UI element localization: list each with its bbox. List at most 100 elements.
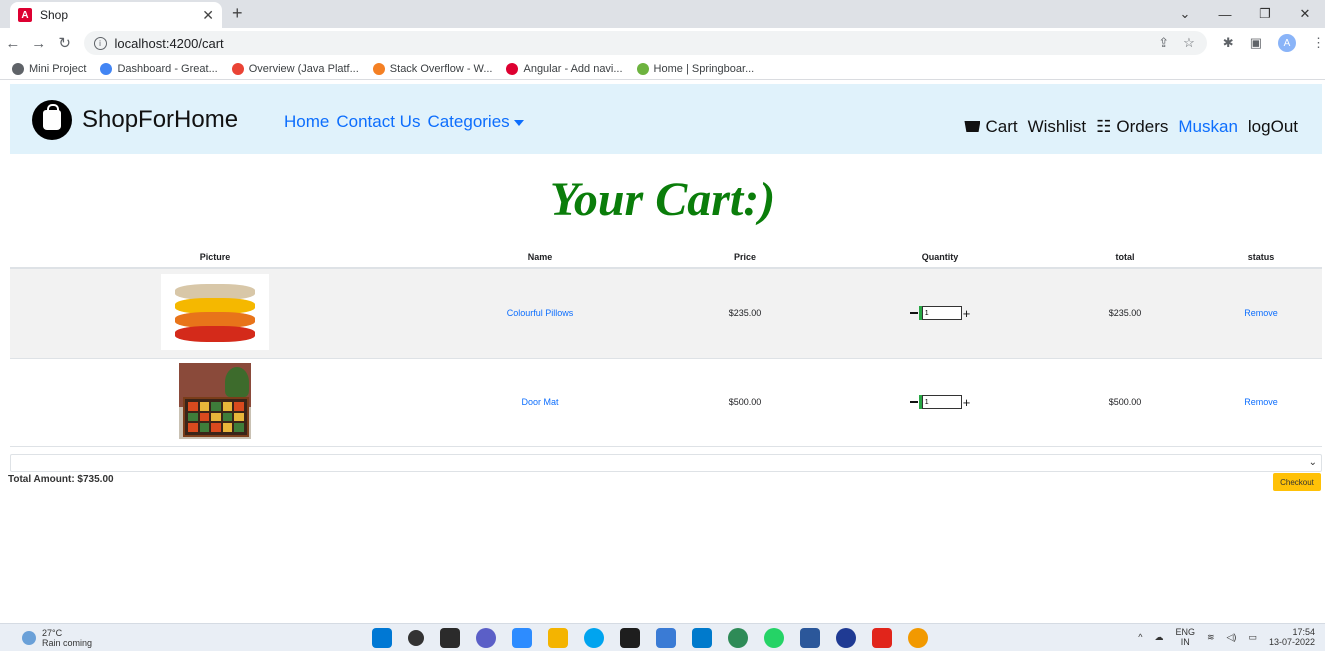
list-icon: ☷ xyxy=(1096,117,1112,136)
table-header-row: Picture Name Price Quantity total status xyxy=(10,246,1322,269)
nav-contact-link[interactable]: Contact Us xyxy=(336,112,420,132)
nav-logout-link[interactable]: logOut xyxy=(1248,117,1298,137)
language-indicator[interactable]: ENG IN xyxy=(1175,627,1195,647)
quantity-stepper: + xyxy=(909,395,971,410)
clock[interactable]: 17:54 13-07-2022 xyxy=(1269,627,1315,647)
spring-tool-icon[interactable] xyxy=(728,628,748,648)
new-tab-icon[interactable]: + xyxy=(232,3,243,24)
bookmarks-bar: Mini Project Dashboard - Great... Overvi… xyxy=(0,58,1325,80)
total-cell: $235.00 xyxy=(1050,268,1200,359)
terminal-icon[interactable] xyxy=(620,628,640,648)
quantity-input[interactable] xyxy=(921,395,962,409)
remove-link[interactable]: Remove xyxy=(1200,268,1322,359)
tab-close-icon[interactable]: ✕ xyxy=(202,7,214,24)
chevron-down-icon: ⌄ xyxy=(1308,457,1317,468)
back-icon[interactable]: ← xyxy=(0,35,26,52)
nav-orders-link[interactable]: ☷ Orders xyxy=(1096,117,1168,137)
windows-taskbar: 27°C Rain coming ^ ☁ ENG IN ≋ ◁) ▭ 17:54 xyxy=(0,623,1325,651)
header-quantity: Quantity xyxy=(830,246,1050,269)
tab-search-icon[interactable]: ⌄ xyxy=(1165,0,1205,28)
minus-icon[interactable] xyxy=(909,401,918,403)
weather-widget[interactable]: 27°C Rain coming xyxy=(22,628,92,648)
cart-icon xyxy=(964,121,981,132)
eclipse-icon[interactable] xyxy=(836,628,856,648)
bookmark-stackoverflow-icon xyxy=(372,62,385,75)
weather-temperature: 27°C xyxy=(42,628,63,638)
vscode-icon[interactable] xyxy=(692,628,712,648)
share-icon[interactable]: ⇪ xyxy=(1158,35,1169,51)
bookmark-item[interactable]: Overview (Java Platf... xyxy=(231,62,359,75)
side-panel-icon[interactable]: ▣ xyxy=(1250,35,1262,51)
plus-icon[interactable]: + xyxy=(963,395,971,410)
chrome-icon[interactable] xyxy=(908,628,928,648)
app-navbar: ShopForHome Home Contact Us Categories C… xyxy=(10,84,1322,154)
acrobat-icon[interactable] xyxy=(872,628,892,648)
plus-icon[interactable]: + xyxy=(963,306,971,321)
cart-table: Picture Name Price Quantity total status… xyxy=(10,246,1322,447)
minimize-icon[interactable]: — xyxy=(1205,0,1245,28)
product-name-link[interactable]: Door Mat xyxy=(420,358,660,447)
brand-name[interactable]: ShopForHome xyxy=(82,106,238,134)
tray-overflow-icon[interactable]: ^ xyxy=(1138,632,1142,642)
price-cell: $500.00 xyxy=(660,358,830,447)
picture-cell xyxy=(10,358,420,447)
menu-kebab-icon[interactable]: ⋮ xyxy=(1312,35,1325,51)
bookmark-star-icon[interactable]: ☆ xyxy=(1183,35,1195,51)
total-cell: $500.00 xyxy=(1050,358,1200,447)
url-field[interactable]: i localhost:4200/cart ⇪ ☆ xyxy=(83,31,1207,55)
shopping-bag-logo-icon[interactable] xyxy=(32,100,72,140)
edge-browser-icon[interactable] xyxy=(584,628,604,648)
header-total: total xyxy=(1050,246,1200,269)
bookmark-item[interactable]: Stack Overflow - W... xyxy=(372,62,492,75)
onedrive-icon[interactable]: ☁ xyxy=(1154,632,1163,643)
nav-wishlist-link[interactable]: Wishlist xyxy=(1028,117,1087,137)
quantity-input[interactable] xyxy=(921,306,962,321)
forward-icon[interactable]: → xyxy=(26,35,52,52)
reload-icon[interactable]: ↻ xyxy=(52,34,78,52)
payment-select[interactable]: ⌄ xyxy=(10,454,1322,472)
header-status: status xyxy=(1200,246,1322,269)
browser-tab[interactable]: A Shop ✕ xyxy=(10,2,222,28)
battery-icon[interactable]: ▭ xyxy=(1248,632,1257,643)
task-view-icon[interactable] xyxy=(440,628,460,648)
minus-icon[interactable] xyxy=(909,312,918,315)
checkout-button[interactable]: Checkout xyxy=(1273,473,1321,491)
profile-avatar[interactable]: A xyxy=(1278,34,1296,52)
remove-link[interactable]: Remove xyxy=(1200,358,1322,447)
header-picture: Picture xyxy=(10,246,420,269)
nav-categories-dropdown[interactable]: Categories xyxy=(427,112,524,132)
chat-icon[interactable] xyxy=(476,628,496,648)
search-icon[interactable] xyxy=(408,630,424,646)
word-icon[interactable] xyxy=(800,628,820,648)
bookmark-angular-icon xyxy=(506,62,519,75)
notepad-icon[interactable] xyxy=(656,628,676,648)
extensions-icon[interactable]: ✱ xyxy=(1223,35,1234,51)
table-row: Colourful Pillows $235.00 + $235.00 Remo… xyxy=(10,268,1322,359)
bookmark-item[interactable]: Mini Project xyxy=(12,62,86,75)
bookmark-g-icon xyxy=(100,62,113,75)
page-title: Your Cart:) xyxy=(549,173,776,226)
bookmark-item[interactable]: Angular - Add navi... xyxy=(506,62,623,75)
nav-cart-link[interactable]: Cart xyxy=(964,117,1018,137)
price-cell: $235.00 xyxy=(660,268,830,359)
nav-home-link[interactable]: Home xyxy=(284,112,329,132)
close-window-icon[interactable]: ✕ xyxy=(1285,0,1325,28)
file-explorer-icon[interactable] xyxy=(548,628,568,648)
doormat-product-image xyxy=(179,363,251,439)
system-tray: ^ ☁ ENG IN ≋ ◁) ▭ 17:54 13-07-2022 xyxy=(1138,627,1315,647)
site-info-icon[interactable]: i xyxy=(93,36,107,50)
windows-start-icon[interactable] xyxy=(372,628,392,648)
wifi-icon[interactable]: ≋ xyxy=(1207,632,1215,643)
total-amount: Total Amount: $735.00 xyxy=(8,474,114,485)
whatsapp-icon[interactable] xyxy=(764,628,784,648)
restore-icon[interactable]: ❐ xyxy=(1245,0,1285,28)
bookmark-item[interactable]: Home | Springboar... xyxy=(636,62,754,75)
quantity-stepper: + xyxy=(909,306,971,321)
nav-user-link[interactable]: Muskan xyxy=(1178,117,1238,137)
volume-icon[interactable]: ◁) xyxy=(1227,632,1237,643)
zoom-icon[interactable] xyxy=(512,628,532,648)
angular-favicon-icon: A xyxy=(18,8,32,22)
picture-cell xyxy=(10,268,420,359)
bookmark-item[interactable]: Dashboard - Great... xyxy=(100,62,218,75)
product-name-link[interactable]: Colourful Pillows xyxy=(420,268,660,359)
